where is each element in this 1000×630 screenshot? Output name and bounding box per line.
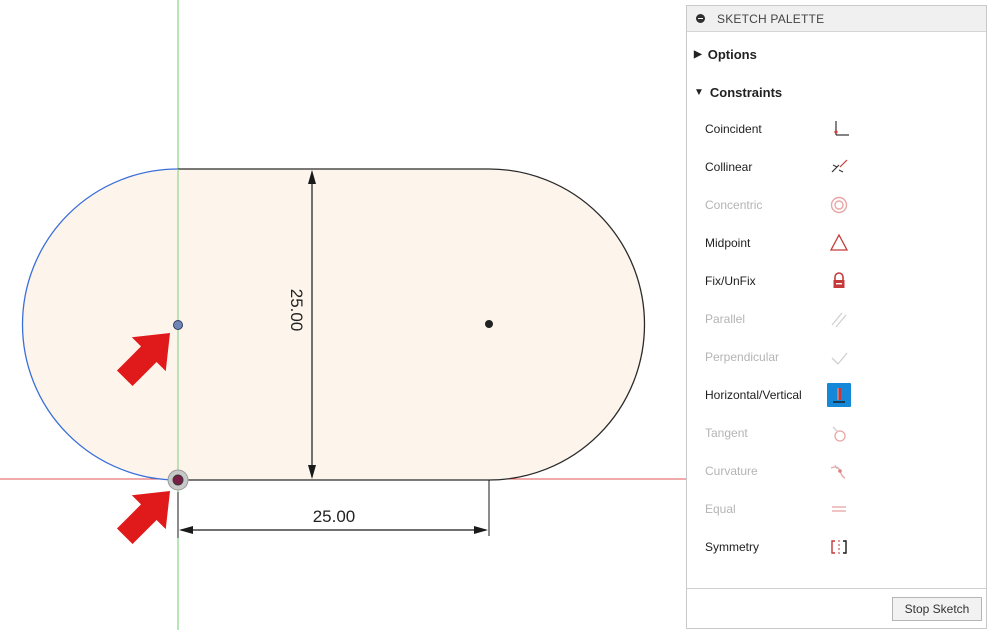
constraint-midpoint[interactable]: Midpoint bbox=[687, 228, 987, 258]
equal-icon[interactable] bbox=[827, 497, 851, 521]
sketch-palette: SKETCH PALETTE ▶ Options ▼ Constraints C… bbox=[686, 5, 987, 629]
left-center-point[interactable] bbox=[173, 320, 183, 330]
constraint-fix-unfix[interactable]: Fix/UnFix bbox=[687, 266, 987, 296]
constraint-horizontal-vertical[interactable]: Horizontal/Vertical bbox=[687, 380, 987, 410]
midpoint-icon[interactable] bbox=[827, 231, 851, 255]
right-center-point[interactable] bbox=[485, 320, 493, 328]
palette-header[interactable]: SKETCH PALETTE bbox=[687, 6, 986, 32]
lock-icon[interactable] bbox=[827, 269, 851, 293]
collapse-icon[interactable] bbox=[696, 14, 705, 23]
symmetry-icon[interactable] bbox=[827, 535, 851, 559]
constraint-label: Equal bbox=[705, 502, 736, 516]
collapse-arrow-icon: ▼ bbox=[694, 86, 704, 98]
constraint-equal[interactable]: Equal bbox=[687, 494, 987, 524]
horizontal-vertical-icon[interactable] bbox=[827, 383, 851, 407]
constraint-label: Collinear bbox=[705, 160, 753, 174]
constraint-tangent[interactable]: Tangent bbox=[687, 418, 987, 448]
constraint-parallel[interactable]: Parallel bbox=[687, 304, 987, 334]
constraint-label: Fix/UnFix bbox=[705, 274, 756, 288]
coincident-icon[interactable] bbox=[827, 117, 851, 141]
perpendicular-icon[interactable] bbox=[827, 345, 851, 369]
stop-sketch-button[interactable]: Stop Sketch bbox=[892, 597, 982, 621]
expand-arrow-icon: ▶ bbox=[694, 48, 702, 60]
constraint-label: Curvature bbox=[705, 464, 758, 478]
parallel-icon[interactable] bbox=[827, 307, 851, 331]
constraint-collinear[interactable]: Collinear bbox=[687, 152, 987, 182]
constraints-label: Constraints bbox=[709, 84, 783, 100]
constraint-concentric[interactable]: Concentric bbox=[687, 190, 987, 220]
vertical-dimension-label[interactable]: 25.00 bbox=[287, 289, 306, 332]
constraint-coincident[interactable]: Coincident bbox=[687, 114, 987, 144]
origin-point[interactable] bbox=[172, 474, 184, 486]
palette-footer-divider bbox=[687, 588, 986, 589]
constraint-label: Concentric bbox=[705, 198, 763, 212]
slot-profile[interactable] bbox=[22, 169, 645, 480]
palette-title: SKETCH PALETTE bbox=[717, 11, 825, 26]
constraint-label: Midpoint bbox=[705, 236, 751, 250]
constraint-label: Parallel bbox=[705, 312, 746, 326]
collinear-icon[interactable] bbox=[827, 155, 851, 179]
curvature-icon[interactable] bbox=[827, 459, 851, 483]
constraint-label: Horizontal/Vertical bbox=[705, 388, 802, 402]
constraint-curvature[interactable]: Curvature bbox=[687, 456, 987, 486]
tangent-icon[interactable] bbox=[827, 421, 851, 445]
concentric-icon[interactable] bbox=[827, 193, 851, 217]
constraint-label: Perpendicular bbox=[705, 350, 780, 364]
constraints-section-toggle[interactable]: ▼ Constraints bbox=[694, 82, 782, 102]
constraint-label: Coincident bbox=[705, 122, 762, 136]
horizontal-dimension[interactable]: 25.00 bbox=[177, 480, 490, 538]
options-label: Options bbox=[707, 46, 757, 62]
horizontal-dimension-label[interactable]: 25.00 bbox=[313, 507, 356, 526]
constraint-label: Tangent bbox=[705, 426, 748, 440]
constraint-label: Symmetry bbox=[705, 540, 759, 554]
constraint-perpendicular[interactable]: Perpendicular bbox=[687, 342, 987, 372]
constraint-symmetry[interactable]: Symmetry bbox=[687, 532, 987, 562]
options-section-toggle[interactable]: ▶ Options bbox=[694, 44, 757, 64]
